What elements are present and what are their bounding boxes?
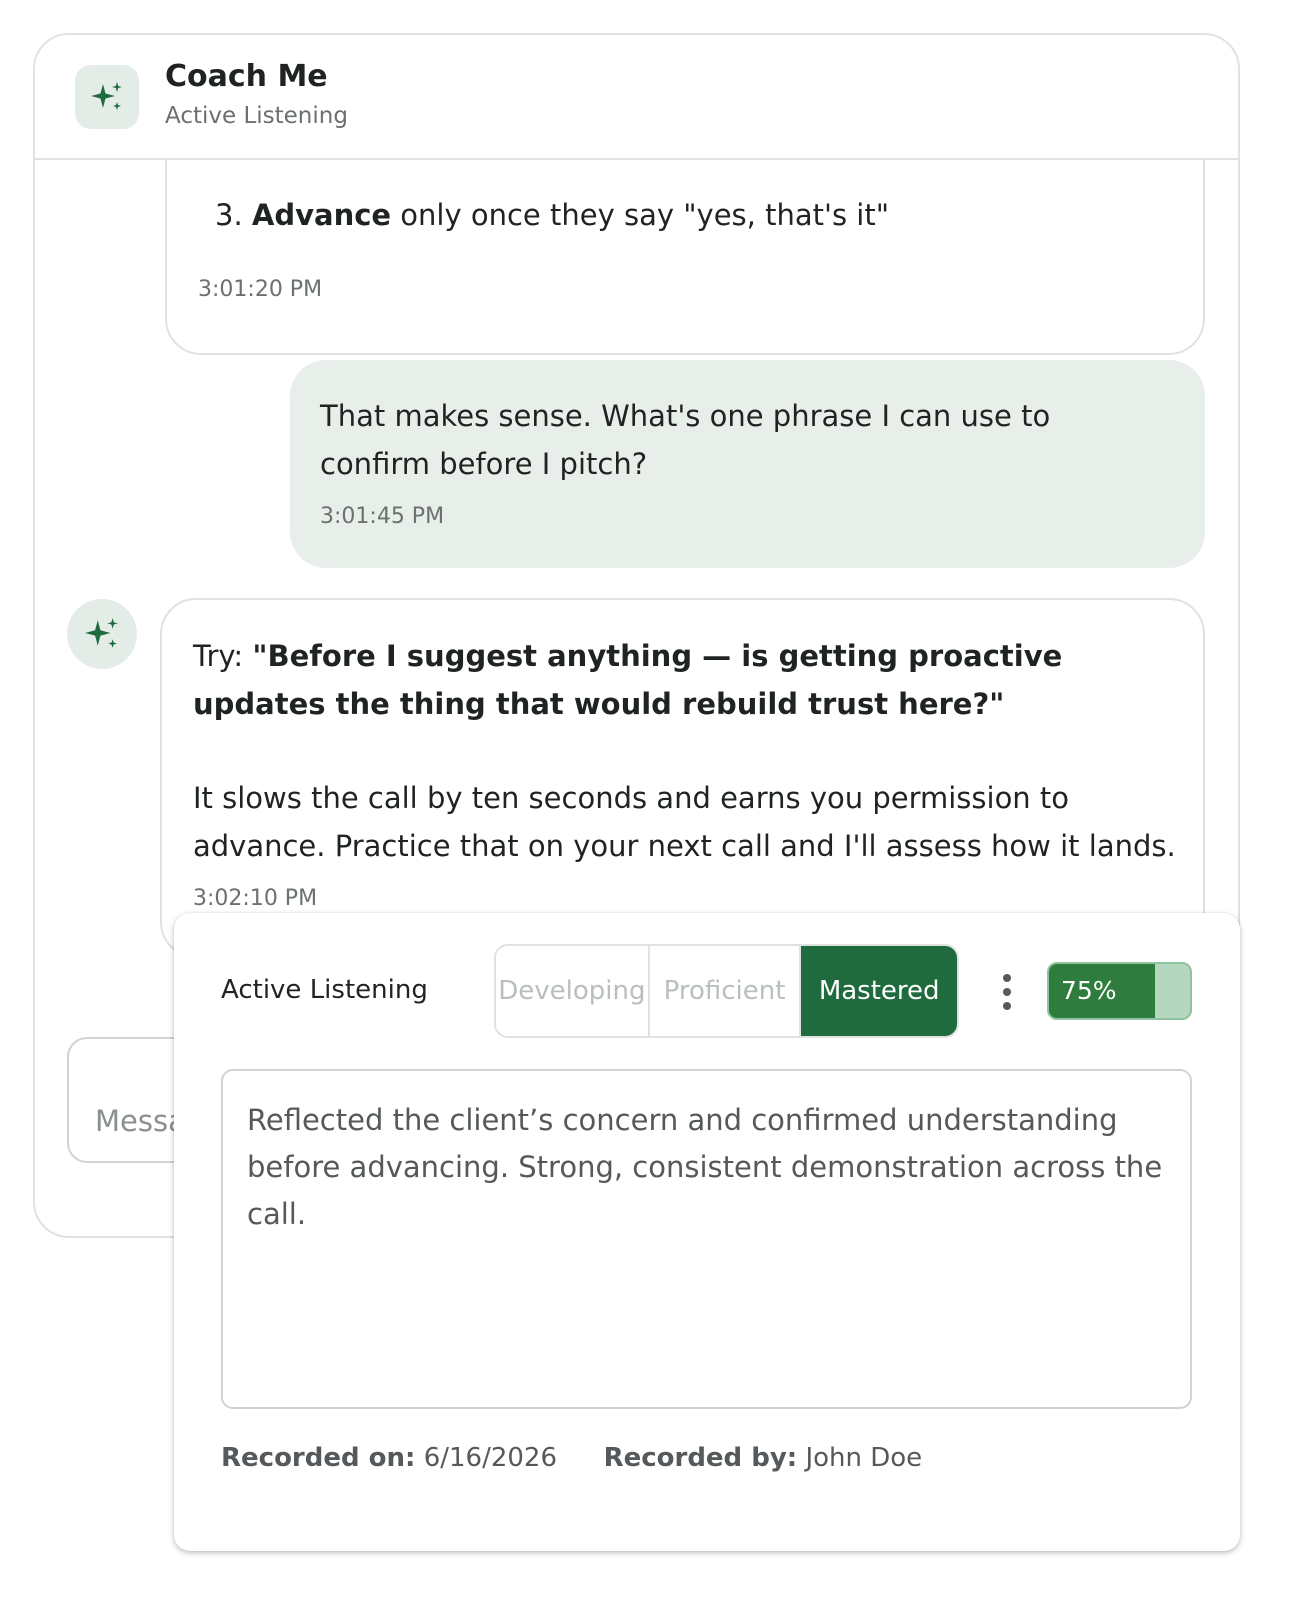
ai-message-latest: Try: "Before I suggest anything — is get… <box>160 598 1205 958</box>
progress-label: 75% <box>1061 976 1117 1005</box>
recorded-on-value: 6/16/2026 <box>423 1443 558 1473</box>
sparkles-icon <box>91 82 122 110</box>
ai-avatar <box>67 599 137 669</box>
level-option-developing[interactable]: Developing <box>496 946 650 1036</box>
list-item: 3. Advance only once they say "yes, that… <box>215 198 890 232</box>
page-subtitle: Active Listening <box>165 103 348 129</box>
message-timestamp: 3:02:10 PM <box>193 886 318 911</box>
level-option-proficient[interactable]: Proficient <box>649 946 802 1036</box>
coach-logo <box>75 65 139 129</box>
ai-explanation: It slows the call by ten seconds and ear… <box>193 781 1176 863</box>
user-message: That makes sense. What's one phrase I ca… <box>290 360 1205 568</box>
user-message-text: That makes sense. What's one phrase I ca… <box>320 399 1051 481</box>
message-timestamp: 3:01:45 PM <box>320 504 445 529</box>
message-timestamp: 3:01:20 PM <box>198 277 323 302</box>
recorded-by-value: John Doe <box>805 1443 923 1473</box>
chat-header: Coach Me Active Listening <box>35 35 1238 160</box>
skill-name: Active Listening <box>221 975 428 1005</box>
assessment-notes-field[interactable]: Reflected the client’s concern and confi… <box>221 1069 1192 1409</box>
ai-message-previous: 3. Advance only once they say "yes, that… <box>165 135 1205 355</box>
ai-suggestion: Try: "Before I suggest anything — is get… <box>193 639 1063 721</box>
level-option-mastered[interactable]: Mastered <box>801 946 957 1036</box>
app-stage: Coach Me Active Listening 3. Advance onl… <box>0 0 1300 1620</box>
assessment-popover: Active Listening Developing Proficient M… <box>174 913 1240 1551</box>
recorded-meta: Recorded on: 6/16/2026 Recorded by: John… <box>221 1443 923 1473</box>
level-selector: Developing Proficient Mastered <box>494 944 959 1038</box>
sparkles-icon <box>85 618 118 648</box>
page-title: Coach Me <box>165 59 328 94</box>
more-vertical-icon[interactable] <box>992 971 1022 1013</box>
progress-bar: 75% <box>1047 962 1192 1020</box>
